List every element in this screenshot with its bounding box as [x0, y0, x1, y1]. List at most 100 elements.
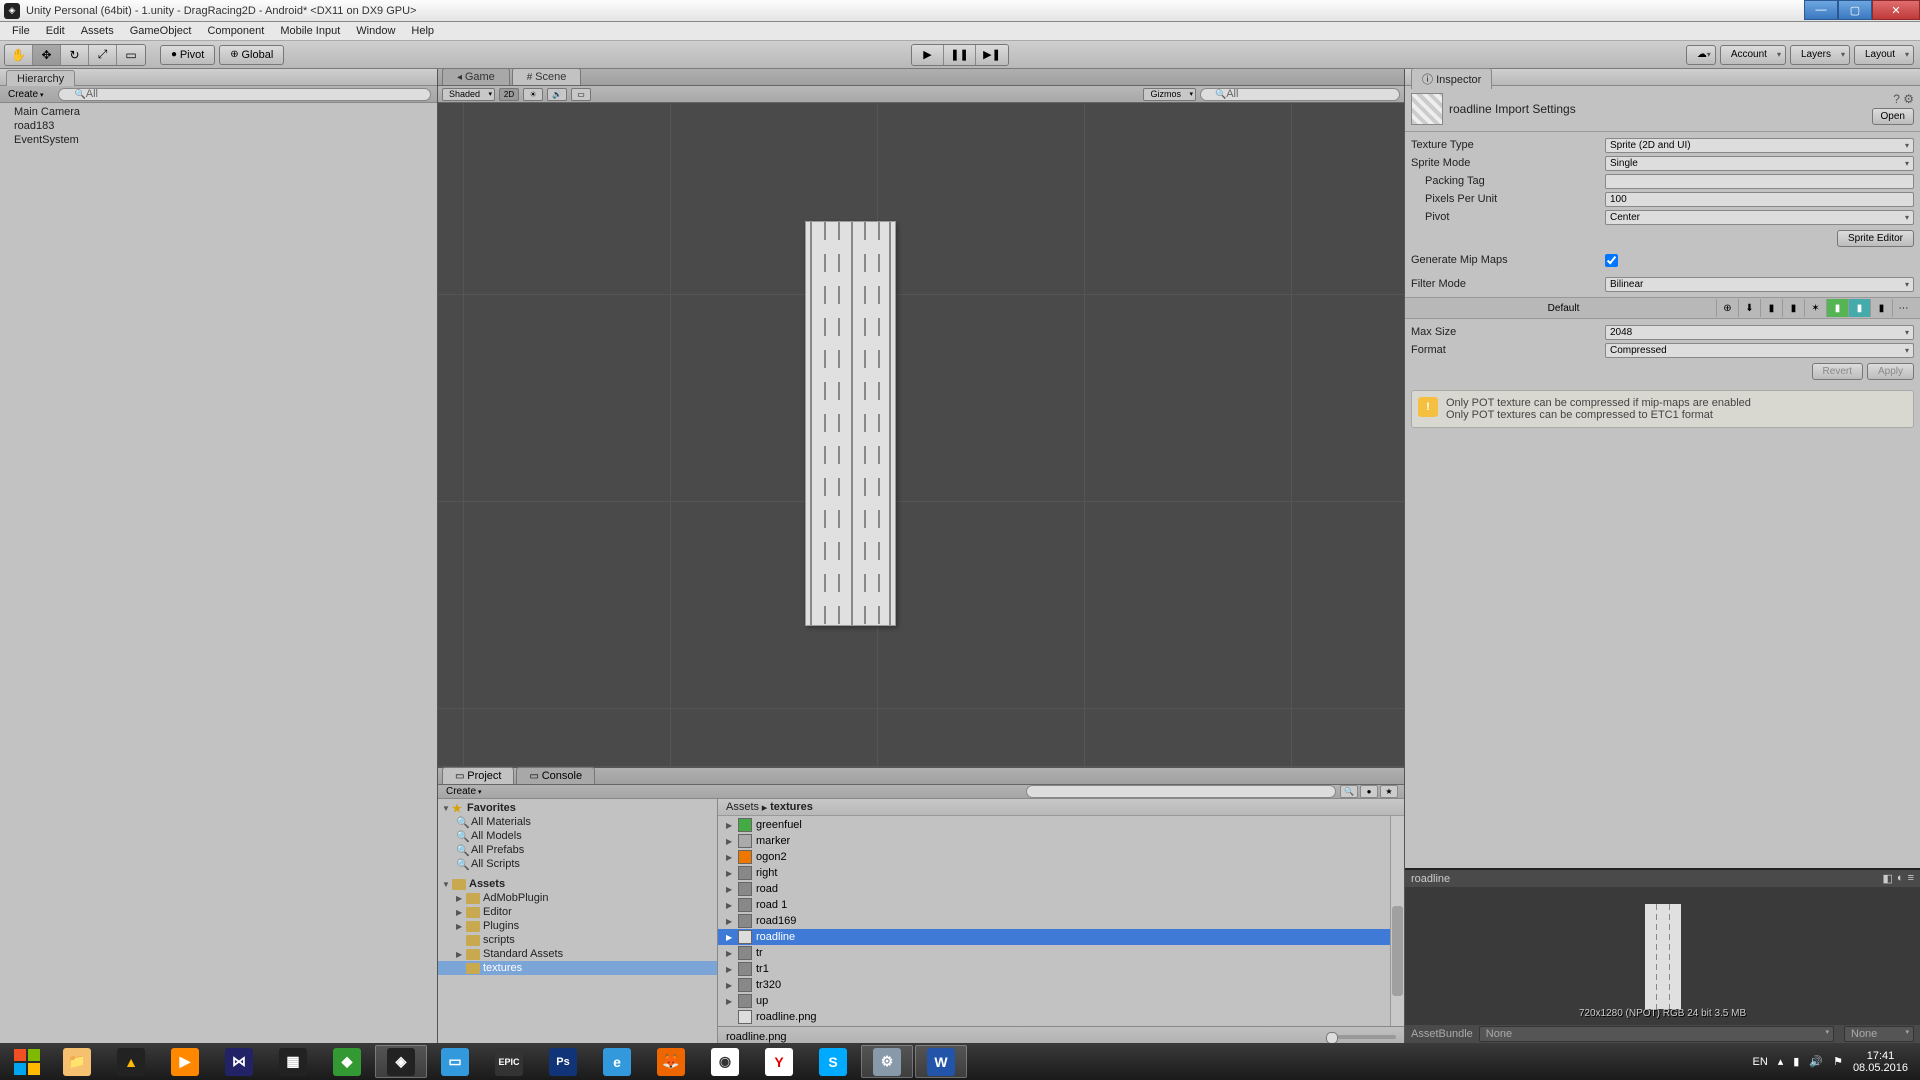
project-scrollbar[interactable]: [1390, 816, 1404, 1026]
taskbar-app[interactable]: ◆: [321, 1045, 373, 1078]
menu-window[interactable]: Window: [348, 23, 403, 39]
packing-tag-input[interactable]: [1605, 174, 1914, 189]
tray-network-icon[interactable]: ▮: [1793, 1055, 1799, 1068]
taskbar-photoshop[interactable]: Ps: [537, 1045, 589, 1078]
move-tool-button[interactable]: ✥: [33, 45, 61, 65]
tray-clock[interactable]: 17:41 08.05.2016: [1853, 1050, 1908, 1074]
scene-viewport[interactable]: [438, 103, 1404, 766]
hierarchy-tab[interactable]: Hierarchy: [6, 70, 75, 87]
folder-item-selected[interactable]: textures: [438, 961, 717, 975]
asset-item[interactable]: ▶tr1: [718, 961, 1404, 977]
platform-more-tab[interactable]: ⋯: [1892, 299, 1914, 317]
account-dropdown[interactable]: Account: [1720, 45, 1786, 65]
asset-item[interactable]: ▶ogon2: [718, 849, 1404, 865]
favorite-item[interactable]: 🔍All Scripts: [438, 857, 717, 871]
texture-type-dropdown[interactable]: Sprite (2D and UI): [1605, 138, 1914, 153]
project-star-button[interactable]: ★: [1380, 785, 1398, 798]
window-close-button[interactable]: ✕: [1872, 0, 1920, 20]
platform-android-tab[interactable]: ▮: [1826, 299, 1848, 317]
tray-volume-icon[interactable]: 🔊: [1809, 1055, 1823, 1068]
favorite-item[interactable]: 🔍All Prefabs: [438, 843, 717, 857]
platform-default-tab[interactable]: Default: [1411, 303, 1716, 314]
taskbar-app[interactable]: ⚙: [861, 1045, 913, 1078]
menu-edit[interactable]: Edit: [38, 23, 73, 39]
inspector-help-icon[interactable]: ? ⚙: [1893, 92, 1914, 106]
asset-item[interactable]: ▶road: [718, 881, 1404, 897]
favorite-item[interactable]: 🔍All Models: [438, 829, 717, 843]
favorite-item[interactable]: 🔍All Materials: [438, 815, 717, 829]
taskbar-chrome[interactable]: ◉: [699, 1045, 751, 1078]
assetbundle-variant-dropdown[interactable]: None: [1844, 1026, 1914, 1042]
asset-item[interactable]: ▶tr320: [718, 977, 1404, 993]
folder-item[interactable]: ▶Plugins: [438, 919, 717, 933]
menu-component[interactable]: Component: [199, 23, 272, 39]
folder-item[interactable]: ▶Editor: [438, 905, 717, 919]
platform-standalone-tab[interactable]: ⬇: [1738, 299, 1760, 317]
step-button[interactable]: ▶❚: [976, 45, 1008, 65]
2d-toggle[interactable]: 2D: [499, 88, 519, 101]
taskbar-app[interactable]: EPIC: [483, 1045, 535, 1078]
pivot-toggle[interactable]: ● Pivot: [160, 45, 215, 65]
assetbundle-name-dropdown[interactable]: None: [1479, 1026, 1834, 1042]
platform-web-tab[interactable]: ⊕: [1716, 299, 1738, 317]
tray-show-hidden-icon[interactable]: ▴: [1778, 1055, 1784, 1068]
hierarchy-item[interactable]: EventSystem: [0, 133, 437, 147]
scene-tab[interactable]: # Scene: [512, 68, 582, 85]
menu-gameobject[interactable]: GameObject: [122, 23, 200, 39]
asset-item[interactable]: ▶road 1: [718, 897, 1404, 913]
asset-item[interactable]: ▶tr: [718, 945, 1404, 961]
shading-mode-dropdown[interactable]: Shaded: [442, 88, 495, 101]
pixels-per-unit-input[interactable]: 100: [1605, 192, 1914, 207]
window-maximize-button[interactable]: ▢: [1838, 0, 1872, 20]
sprite-roadline[interactable]: [805, 221, 896, 626]
assets-header[interactable]: Assets: [469, 878, 505, 890]
rotate-tool-button[interactable]: ↻: [61, 45, 89, 65]
menu-assets[interactable]: Assets: [73, 23, 122, 39]
pivot-dropdown[interactable]: Center: [1605, 210, 1914, 225]
project-create-dropdown[interactable]: Create: [438, 786, 490, 797]
gizmos-dropdown[interactable]: Gizmos: [1143, 88, 1196, 101]
pause-button[interactable]: ❚❚: [944, 45, 976, 65]
generate-mipmaps-checkbox[interactable]: [1605, 254, 1618, 267]
sprite-editor-button[interactable]: Sprite Editor: [1837, 230, 1914, 247]
menu-file[interactable]: File: [4, 23, 38, 39]
project-tab[interactable]: ▭ Project: [442, 767, 514, 784]
scale-tool-button[interactable]: ⤢: [89, 45, 117, 65]
taskbar-unity[interactable]: ◈: [375, 1045, 427, 1078]
game-tab[interactable]: ◂ Game: [442, 68, 510, 85]
taskbar-app[interactable]: ▲: [105, 1045, 157, 1078]
folder-item[interactable]: scripts: [438, 933, 717, 947]
asset-item[interactable]: ▶road169: [718, 913, 1404, 929]
max-size-dropdown[interactable]: 2048: [1605, 325, 1914, 340]
taskbar-app[interactable]: ▦: [267, 1045, 319, 1078]
platform-tizen-tab[interactable]: ✶: [1804, 299, 1826, 317]
play-button[interactable]: ▶: [912, 45, 944, 65]
taskbar-explorer[interactable]: 📁: [51, 1045, 103, 1078]
menu-help[interactable]: Help: [403, 23, 442, 39]
taskbar-skype[interactable]: S: [807, 1045, 859, 1078]
apply-button[interactable]: Apply: [1867, 363, 1914, 380]
asset-item[interactable]: ▶greenfuel: [718, 817, 1404, 833]
asset-item[interactable]: roadline.png: [718, 1009, 1404, 1025]
global-toggle[interactable]: ⊕ Global: [219, 45, 284, 65]
filter-mode-dropdown[interactable]: Bilinear: [1605, 277, 1914, 292]
asset-item[interactable]: ▶up: [718, 993, 1404, 1009]
format-dropdown[interactable]: Compressed: [1605, 343, 1914, 358]
layers-dropdown[interactable]: Layers: [1790, 45, 1850, 65]
tray-action-center-icon[interactable]: ⚑: [1833, 1055, 1843, 1068]
open-button[interactable]: Open: [1872, 108, 1914, 125]
menu-mobileinput[interactable]: Mobile Input: [272, 23, 348, 39]
asset-item-selected[interactable]: ▶roadline: [718, 929, 1404, 945]
hierarchy-item[interactable]: road183: [0, 119, 437, 133]
tray-language[interactable]: EN: [1752, 1056, 1767, 1068]
preview-menu-icon[interactable]: ≡: [1908, 872, 1914, 885]
project-thumbnail-size-slider[interactable]: [1326, 1035, 1396, 1039]
layout-dropdown[interactable]: Layout: [1854, 45, 1914, 65]
lighting-toggle[interactable]: ☀: [523, 88, 543, 101]
hierarchy-search-input[interactable]: 🔍 All: [58, 88, 431, 101]
project-filter-button[interactable]: 🔍: [1340, 785, 1358, 798]
fx-toggle[interactable]: ▭: [571, 88, 591, 101]
taskbar-app[interactable]: ▶: [159, 1045, 211, 1078]
taskbar-word[interactable]: W: [915, 1045, 967, 1078]
platform-tvos-tab[interactable]: ▮: [1782, 299, 1804, 317]
